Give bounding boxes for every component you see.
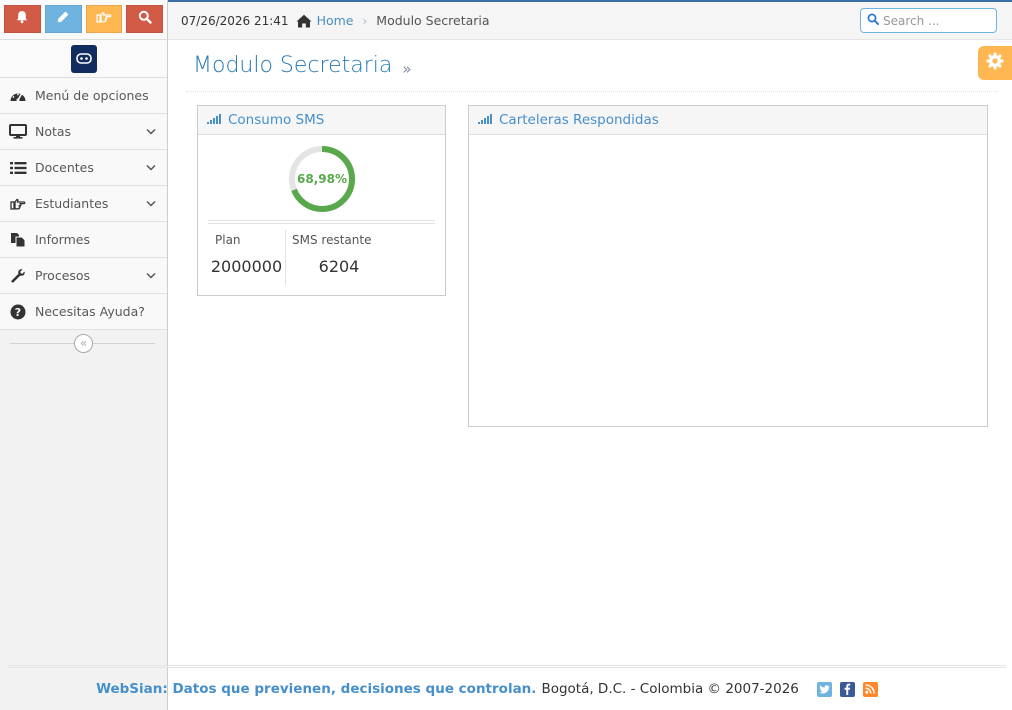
sidebar: Menú de opciones Notas Docentes Estudian… (0, 0, 168, 710)
divider (208, 220, 435, 224)
sidebar-item-label: Docentes (35, 160, 94, 175)
logo-area (0, 40, 167, 78)
sidebar-item-estudiantes[interactable]: Estudiantes (0, 186, 167, 222)
current-datetime: 07/26/2026 21:41 (181, 13, 289, 28)
list-icon (8, 159, 28, 177)
sidebar-item-label: Informes (35, 232, 90, 247)
sidebar-item-informes[interactable]: Informes (0, 222, 167, 258)
chevron-down-icon (141, 200, 161, 207)
home-icon[interactable] (296, 14, 312, 28)
usage-percent: 68,98% (297, 172, 347, 186)
sms-usage-donut: 68,98% (288, 145, 356, 213)
page-header: Modulo Secretaria » (186, 40, 998, 92)
double-angle-right-icon: » (402, 59, 412, 78)
signal-icon (478, 113, 492, 128)
bell-icon (15, 10, 29, 28)
footer: WebSian: Datos que previenen, decisiones… (8, 665, 1006, 710)
sidebar-collapse-button[interactable]: « (74, 333, 93, 353)
notifications-button[interactable] (4, 5, 41, 33)
files-icon (8, 231, 28, 249)
remaining-value: 6204 (318, 257, 360, 276)
sidebar-item-docentes[interactable]: Docentes (0, 150, 167, 186)
sidebar-item-notas[interactable]: Notas (0, 114, 167, 150)
rss-icon[interactable] (862, 681, 878, 697)
footer-copyright: Bogotá, D.C. - Colombia © 2007-2026 (541, 681, 799, 697)
breadcrumb-bar: 07/26/2026 21:41 Home › Modulo Secretari… (168, 0, 1012, 40)
chevron-down-icon (141, 164, 161, 171)
chevron-down-icon (141, 272, 161, 279)
sidebar-item-label: Menú de opciones (35, 88, 149, 103)
main-content: Modulo Secretaria » Consumo SMS 68,98% P… (168, 40, 1012, 710)
breadcrumb-home-link[interactable]: Home (317, 13, 354, 28)
carteleras-widget: Carteleras Respondidas (468, 105, 988, 427)
chevron-down-icon (141, 128, 161, 135)
search-shortcut-button[interactable] (126, 5, 163, 33)
widget-header: Carteleras Respondidas (469, 106, 987, 135)
sms-consumption-widget: Consumo SMS 68,98% Plan 2000000 SMS rest… (197, 105, 446, 296)
question-circle-icon: ? (8, 303, 28, 321)
search-box (860, 8, 997, 33)
social-links (816, 681, 878, 697)
gear-icon (986, 52, 1004, 74)
remaining-stat: SMS restante 6204 (286, 230, 386, 285)
search-icon (138, 10, 152, 28)
app-logo[interactable] (70, 44, 97, 73)
twitter-icon[interactable] (816, 681, 832, 697)
plan-label: Plan (215, 233, 241, 247)
plan-value: 2000000 (210, 257, 283, 276)
widget-title: Carteleras Respondidas (499, 112, 659, 128)
search-icon (867, 13, 879, 29)
widget-header: Consumo SMS (198, 106, 445, 135)
signal-icon (207, 113, 221, 128)
breadcrumb-separator: › (362, 13, 368, 28)
facebook-icon[interactable] (839, 681, 855, 697)
hand-point-right-icon (8, 195, 28, 213)
pencil-icon (56, 10, 70, 28)
sidebar-item-procesos[interactable]: Procesos (0, 258, 167, 294)
remaining-label: SMS restante (292, 233, 372, 247)
sidebar-collapse-row: « (0, 330, 167, 356)
sidebar-item-label: Estudiantes (35, 196, 109, 211)
plan-stat: Plan 2000000 (208, 230, 286, 285)
search-input[interactable] (883, 13, 993, 28)
sidebar-item-label: Procesos (35, 268, 91, 283)
settings-button[interactable] (978, 46, 1012, 80)
wrench-icon (8, 267, 28, 285)
desktop-icon (8, 123, 28, 141)
sidebar-item-menu-opciones[interactable]: Menú de opciones (0, 78, 167, 114)
page-title: Modulo Secretaria (193, 53, 393, 78)
breadcrumb-current: Modulo Secretaria (376, 13, 490, 28)
students-shortcut-button[interactable] (85, 5, 123, 33)
footer-brand: WebSian: Datos que previenen, decisiones… (96, 681, 537, 697)
sidebar-item-label: Notas (35, 124, 72, 139)
widget-title: Consumo SMS (228, 112, 325, 128)
sidebar-item-label: Necesitas Ayuda? (35, 304, 145, 319)
svg-text:?: ? (15, 306, 21, 319)
dashboard-icon (8, 87, 28, 105)
edit-button[interactable] (44, 5, 82, 33)
hand-point-right-icon (96, 10, 112, 28)
sidebar-item-ayuda[interactable]: ? Necesitas Ayuda? (0, 294, 167, 330)
shortcuts-bar (0, 0, 167, 40)
